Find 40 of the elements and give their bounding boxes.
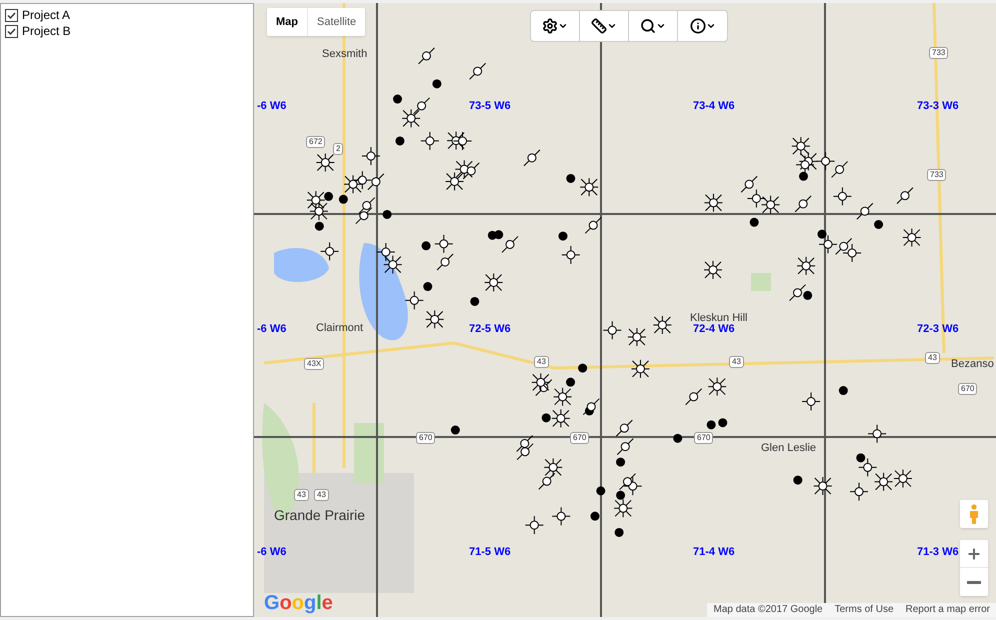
township-label: 71-5 W6 [469,546,511,558]
road-shield: 733 [927,169,946,181]
township-label: 72-3 W6 [917,323,959,335]
place-label: Sexsmith [322,47,368,61]
footer-link[interactable]: Terms of Use [828,604,900,616]
township-label: 73-4 W6 [693,100,735,112]
road-shield: 43 [925,352,940,364]
road-shield: 670 [958,383,978,395]
township-label: 71-4 W6 [693,546,735,558]
road-shield: 2 [333,143,344,155]
township-label: 73-5 W6 [469,100,511,112]
road-shield: 672 [306,136,326,148]
map-type-tab[interactable]: Satellite [308,8,366,36]
township-label: 73-3 W6 [917,100,959,112]
place-label: Glen Leslie [761,441,816,455]
road-shield: 43 [314,489,329,501]
township-label: -6 W6 [257,100,286,112]
road-shield: 670 [694,432,714,444]
road-shield: 670 [416,432,436,444]
place-label: Kleskun Hill [690,311,748,324]
map-type-tab[interactable]: Map [267,8,308,36]
township-label: 72-4 W6 [693,323,735,335]
footer-link[interactable]: Report a map error [900,604,996,616]
road-shield: 43 [729,356,744,368]
township-label: -6 W6 [257,546,286,558]
place-label: Clairmont [316,321,364,335]
google-logo: Google [264,592,333,614]
road-shield: 733 [929,47,948,59]
project-label[interactable]: Project B [22,24,71,39]
road-shield: 43X [304,358,324,370]
road-shield: 43 [534,356,549,368]
project-label[interactable]: Project A [22,8,70,23]
map-data-credit: Map data ©2017 Google [712,604,824,616]
township-label: 72-5 W6 [469,323,511,335]
township-label: -6 W6 [257,323,286,335]
road-shield: 670 [570,432,590,444]
place-label: Bezanso [951,357,994,371]
road-shield: 43 [294,489,309,501]
place-label: Grande Prairie [274,508,366,522]
township-label: 71-3 W6 [917,546,959,558]
